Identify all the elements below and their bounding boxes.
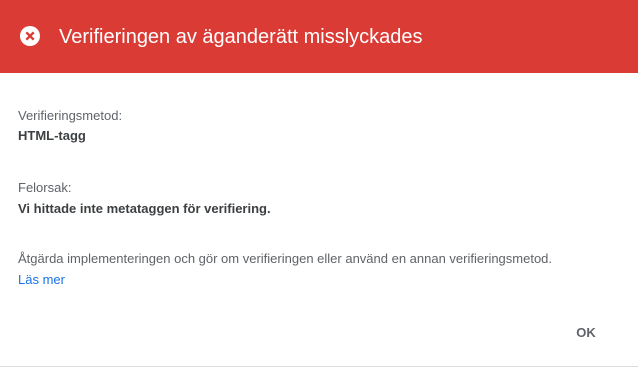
ok-button[interactable]: OK — [566, 318, 606, 346]
error-reason-value: Vi hittade inte metataggen för verifieri… — [18, 201, 271, 216]
error-reason-label: Felorsak: — [18, 180, 72, 195]
learn-more-link[interactable]: Läs mer — [18, 272, 65, 288]
verification-failed-dialog: Verifieringen av äganderätt misslyckades… — [0, 0, 638, 367]
error-circle-icon — [20, 26, 40, 46]
instructions-text: Åtgärda implementeringen och gör om veri… — [18, 251, 553, 266]
dialog-title: Verifieringen av äganderätt misslyckades — [59, 26, 423, 48]
verification-method-label: Verifieringsmetod: — [18, 108, 123, 123]
dialog-header: Verifieringen av äganderätt misslyckades — [0, 0, 638, 73]
verification-method-value: HTML-tagg — [18, 128, 86, 143]
